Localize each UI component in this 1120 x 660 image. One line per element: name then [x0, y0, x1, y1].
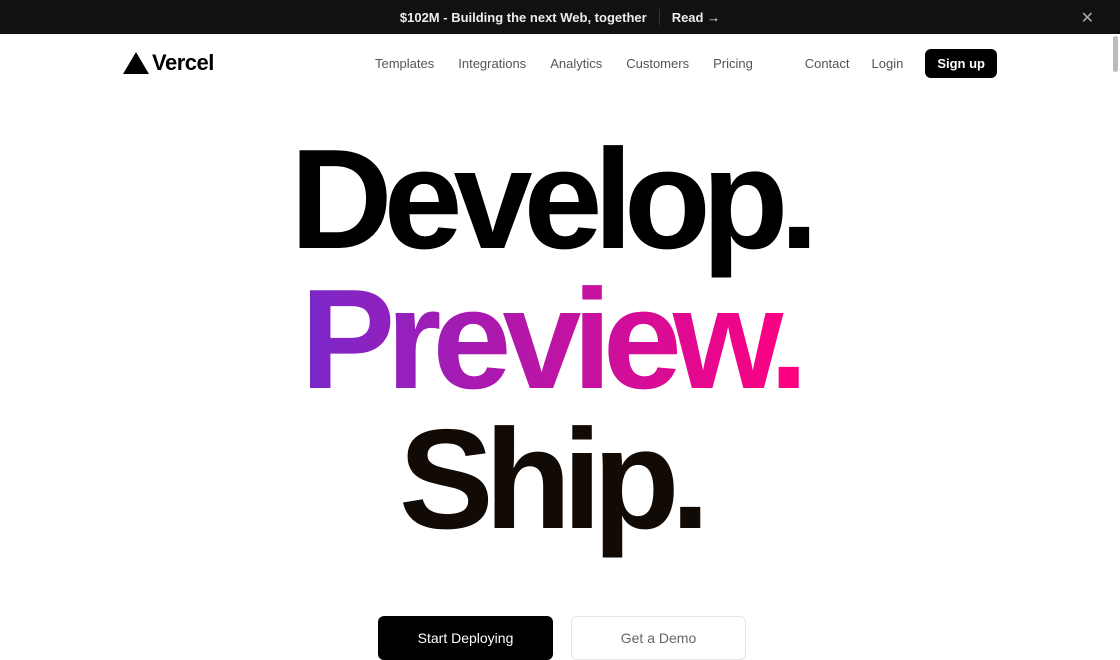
nav-contact[interactable]: Contact [805, 56, 850, 71]
headline-preview: Preview. [300, 260, 809, 419]
headline-ship: Ship. [398, 400, 710, 559]
start-deploying-button[interactable]: Start Deploying [378, 616, 553, 660]
nav-login[interactable]: Login [872, 56, 904, 71]
close-icon[interactable]: ✕ [1081, 8, 1094, 28]
nav-pricing[interactable]: Pricing [713, 56, 753, 71]
hero-headline: Develop. Preview. Ship. [0, 120, 1100, 559]
top-nav: Vercel Templates Integrations Analytics … [0, 34, 1120, 90]
get-demo-button[interactable]: Get a Demo [571, 616, 746, 660]
scrollbar[interactable] [1113, 36, 1118, 72]
banner-divider [658, 9, 660, 25]
cta-group: Start Deploying Get a Demo [378, 616, 746, 660]
nav-actions: Contact Login Sign up [805, 49, 997, 78]
triangle-icon [123, 52, 149, 74]
nav-templates[interactable]: Templates [375, 56, 434, 71]
nav-links: Templates Integrations Analytics Custome… [375, 56, 753, 71]
nav-integrations[interactable]: Integrations [458, 56, 526, 71]
banner-read-link[interactable]: Read → [672, 10, 720, 25]
announcement-banner: $102M - Building the next Web, together … [0, 0, 1120, 34]
signup-button[interactable]: Sign up [925, 49, 997, 78]
nav-customers[interactable]: Customers [626, 56, 689, 71]
brand-name: Vercel [152, 50, 214, 75]
vercel-logo[interactable]: Vercel [123, 50, 214, 76]
headline-develop: Develop. [290, 120, 819, 279]
nav-analytics[interactable]: Analytics [550, 56, 602, 71]
banner-text: $102M - Building the next Web, together [399, 9, 647, 25]
